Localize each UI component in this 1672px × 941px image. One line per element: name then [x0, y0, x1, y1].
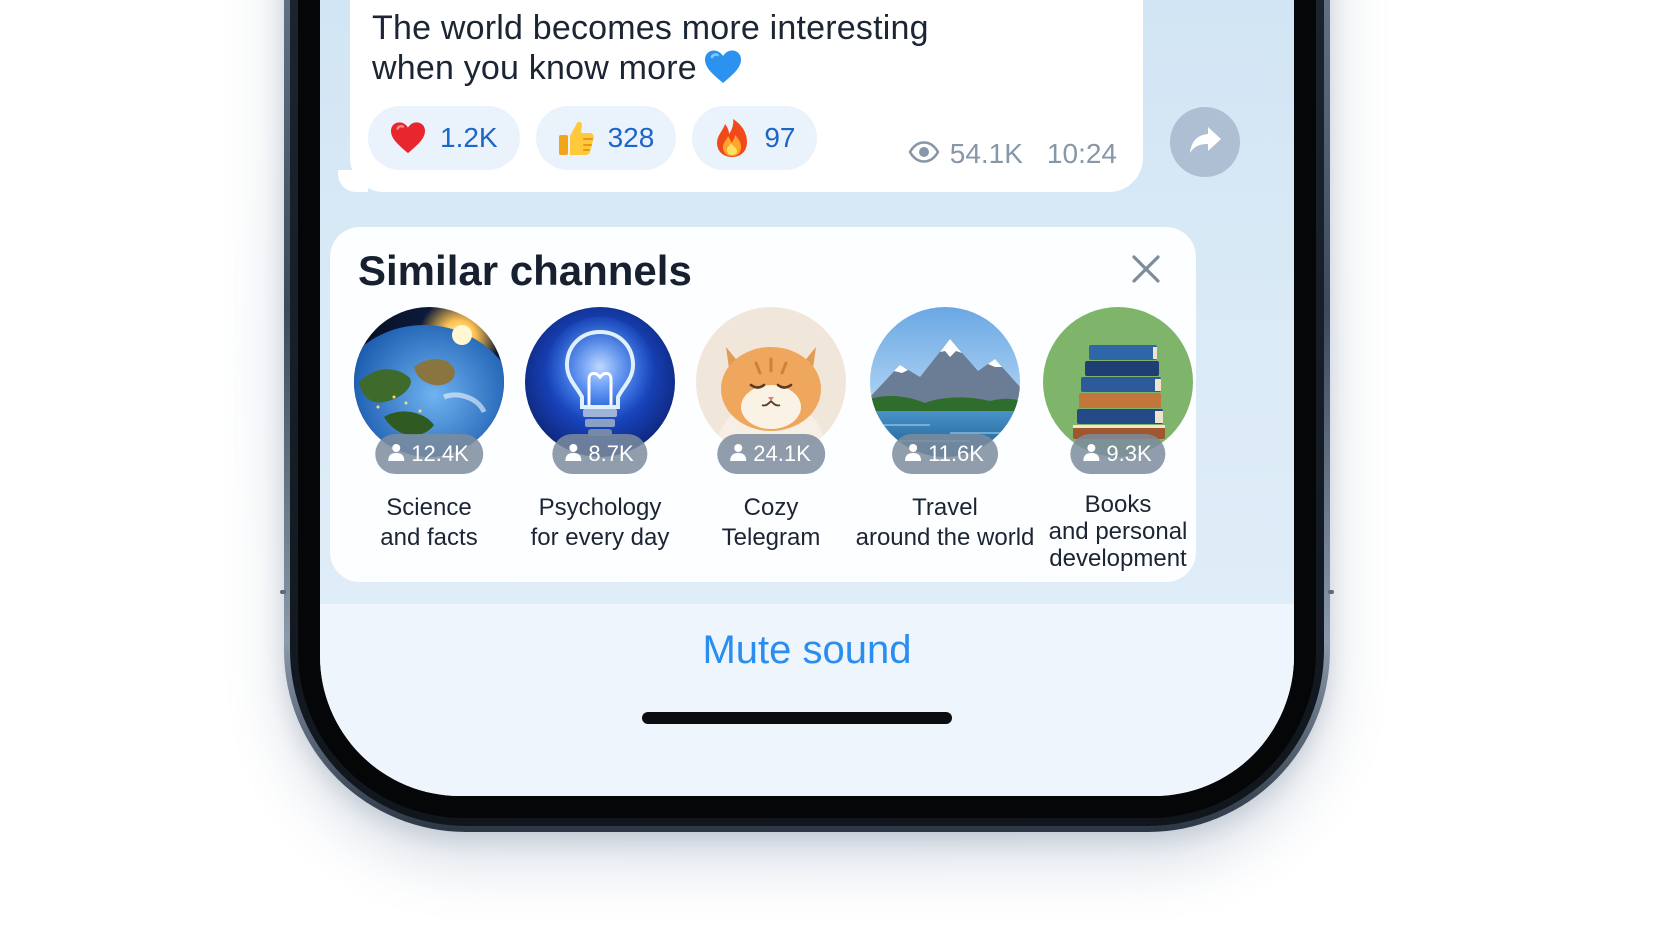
channel-name-line: development: [1049, 545, 1187, 572]
person-icon: [904, 441, 922, 467]
channel-list: 12.4K Science and facts 8.7K Psychology …: [344, 307, 1194, 577]
person-icon: [1082, 441, 1100, 467]
reaction-count: 328: [607, 122, 655, 153]
screen: The world becomes more interesting when …: [320, 0, 1294, 796]
view-count: 54.1K: [949, 138, 1023, 169]
channel-cozy-telegram[interactable]: 24.1K Cozy Telegram: [686, 307, 856, 551]
panel-title: Similar channels: [358, 247, 692, 294]
subscriber-count: 8.7K: [588, 441, 634, 466]
person-icon: [387, 441, 405, 467]
mute-sound-button[interactable]: Mute sound: [320, 628, 1294, 673]
reaction-fire[interactable]: 97: [692, 106, 818, 170]
subscriber-count: 24.1K: [753, 441, 811, 466]
subscriber-badge: 8.7K: [552, 434, 648, 474]
subscriber-count: 9.3K: [1106, 441, 1152, 466]
share-arrow-icon: [1188, 125, 1222, 160]
similar-channels-panel: Similar channels 12.4K Science and facts…: [330, 227, 1196, 582]
red-heart-icon: [388, 118, 428, 158]
message-line-2: when you know more: [372, 49, 697, 87]
reaction-count: 97: [764, 122, 796, 153]
subscriber-badge: 11.6K: [892, 434, 998, 474]
channel-books[interactable]: 9.3K Books and personal development: [1033, 307, 1203, 572]
side-seam: [1328, 590, 1334, 594]
blue-heart-icon: [703, 49, 743, 94]
reaction-thumbs-up[interactable]: 328: [535, 106, 677, 170]
subscriber-badge: 12.4K: [375, 434, 483, 474]
person-icon: [729, 441, 747, 467]
subscriber-badge: 24.1K: [717, 434, 825, 474]
eye-icon: [908, 138, 940, 170]
channel-name-line: Books: [1084, 491, 1152, 518]
phone-frame: The world becomes more interesting when …: [284, 0, 1330, 832]
subscriber-count: 12.4K: [411, 441, 469, 466]
home-indicator: [642, 712, 952, 724]
channel-name-line: and personal: [1048, 518, 1188, 545]
channel-name: Books and personal development: [1013, 491, 1223, 572]
close-button[interactable]: [1128, 251, 1168, 291]
message-line-1: The world becomes more interesting: [372, 9, 929, 47]
thumbs-up-icon: [556, 118, 596, 158]
share-button[interactable]: [1170, 107, 1240, 177]
side-seam: [280, 590, 286, 594]
reaction-count: 1.2K: [440, 122, 498, 153]
reaction-heart[interactable]: 1.2K: [368, 106, 520, 170]
subscriber-badge: 9.3K: [1070, 434, 1166, 474]
reactions: 1.2K 328 97: [368, 106, 818, 170]
channel-psychology[interactable]: 8.7K Psychology for every day: [515, 307, 685, 551]
message-time: 10:24: [1046, 138, 1117, 169]
channel-travel[interactable]: 11.6K Travel around the world: [856, 307, 1034, 551]
close-icon: [1128, 255, 1164, 291]
message-text: The world becomes more interesting when …: [372, 8, 992, 94]
message-meta: 54.1K 10:24: [908, 138, 1117, 170]
person-icon: [564, 441, 582, 467]
fire-icon: [712, 118, 752, 158]
channel-science-and-facts[interactable]: 12.4K Science and facts: [344, 307, 514, 551]
message-bubble: The world becomes more interesting when …: [350, 0, 1143, 192]
subscriber-count: 11.6K: [928, 441, 984, 466]
